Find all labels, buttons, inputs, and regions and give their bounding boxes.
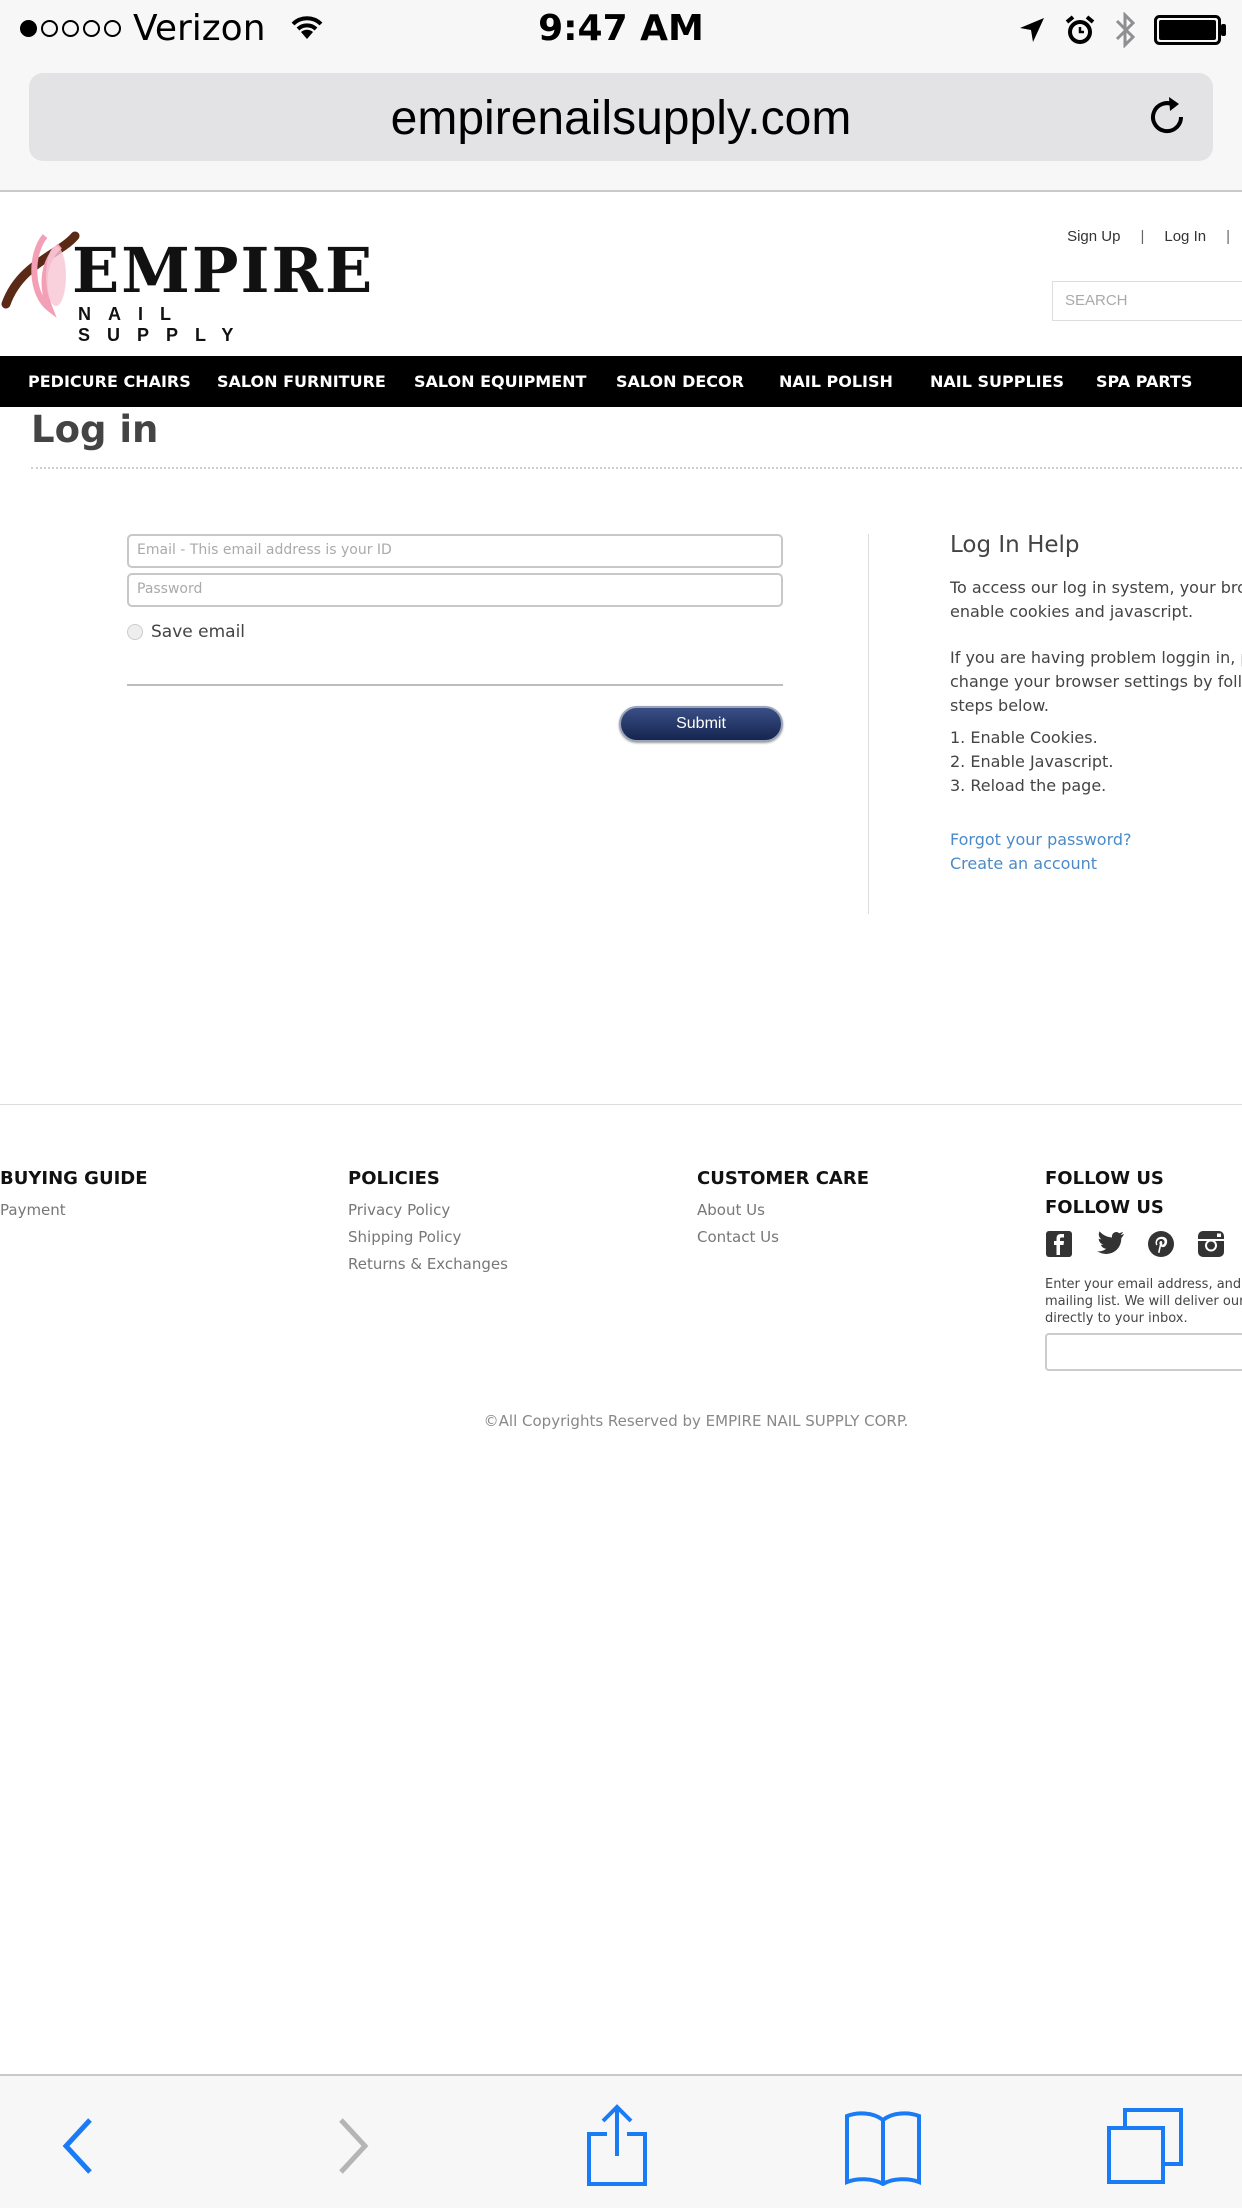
footer-link-payment[interactable]: Payment xyxy=(0,1197,148,1224)
pinterest-icon[interactable] xyxy=(1147,1230,1175,1262)
nav-pedicure-chairs[interactable]: PEDICURE CHAIRS xyxy=(28,356,191,407)
footer-heading: FOLLOW US xyxy=(1045,1197,1164,1218)
battery-icon xyxy=(1154,14,1228,50)
save-email-checkbox[interactable] xyxy=(127,624,143,640)
bookmarks-button[interactable] xyxy=(838,2106,928,2190)
search-input[interactable]: SEARCH xyxy=(1052,281,1242,321)
email-field[interactable]: Email - This email address is your ID xyxy=(127,534,783,568)
log-in-link[interactable]: Log In xyxy=(1164,228,1206,245)
nav-salon-furniture[interactable]: SALON FURNITURE xyxy=(217,356,386,407)
column-divider xyxy=(868,534,869,914)
help-text: enable cookies and javascript. xyxy=(950,602,1194,621)
share-icon xyxy=(585,2104,649,2192)
submit-button[interactable]: Submit xyxy=(619,706,783,742)
help-paragraph-2: If you are having problem loggin in, ple… xyxy=(950,646,1242,718)
logo[interactable]: EMPIRE NAIL SUPPLY xyxy=(0,224,372,345)
login-help: Log In Help To access our log in system,… xyxy=(950,532,1242,876)
nav-salon-equipment[interactable]: SALON EQUIPMENT xyxy=(414,356,586,407)
nav-nail-polish[interactable]: NAIL POLISH xyxy=(779,356,893,407)
footer-heading: POLICIES xyxy=(348,1168,440,1189)
footer-customer-care: CUSTOMER CARE About Us Contact Us xyxy=(697,1168,869,1251)
help-text: If you are having problem loggin in, ple xyxy=(950,648,1242,667)
browser-address-bar: empirenailsupply.com xyxy=(0,62,1242,192)
url-text: empirenailsupply.com xyxy=(390,92,852,145)
main-nav: PEDICURE CHAIRS SALON FURNITURE SALON EQ… xyxy=(0,356,1242,407)
help-text: change your browser settings by follow xyxy=(950,672,1242,691)
password-placeholder: Password xyxy=(137,581,203,597)
help-steps: 1. Enable Cookies. 2. Enable Javascript.… xyxy=(950,726,1242,798)
back-button[interactable] xyxy=(33,2106,123,2190)
logo-mark-icon xyxy=(0,224,80,328)
book-icon xyxy=(843,2106,923,2190)
help-text: To access our log in system, your brow xyxy=(950,578,1242,597)
reload-icon[interactable] xyxy=(1143,93,1191,141)
separator: | xyxy=(1140,228,1145,245)
forgot-password-link[interactable]: Forgot your password? xyxy=(950,828,1242,852)
email-placeholder: Email - This email address is your ID xyxy=(137,542,392,558)
newsletter-text: directly to your inbox. xyxy=(1045,1311,1188,1326)
sign-up-link[interactable]: Sign Up xyxy=(1067,228,1120,245)
twitter-icon[interactable] xyxy=(1095,1231,1125,1261)
social-icons xyxy=(1045,1230,1242,1262)
footer-buying-guide: BUYING GUIDE Payment xyxy=(0,1168,148,1224)
footer-link-privacy-policy[interactable]: Privacy Policy xyxy=(348,1197,508,1224)
footer-link-contact-us[interactable]: Contact Us xyxy=(697,1224,869,1251)
footer-heading: BUYING GUIDE xyxy=(0,1168,148,1189)
bluetooth-icon xyxy=(1114,11,1136,52)
help-step: 2. Enable Javascript. xyxy=(950,752,1114,771)
share-button[interactable] xyxy=(572,2104,662,2192)
help-links: Forgot your password? Create an account xyxy=(950,828,1242,876)
help-title: Log In Help xyxy=(950,532,1080,558)
help-step: 1. Enable Cookies. xyxy=(950,728,1098,747)
create-account-link[interactable]: Create an account xyxy=(950,852,1242,876)
help-text: steps below. xyxy=(950,696,1049,715)
url-field[interactable]: empirenailsupply.com xyxy=(29,73,1213,161)
password-field[interactable]: Password xyxy=(127,573,783,607)
nav-salon-decor[interactable]: SALON DECOR xyxy=(616,356,744,407)
newsletter-note: Enter your email address, and mailing li… xyxy=(1045,1276,1242,1327)
newsletter-text: mailing list. We will deliver our xyxy=(1045,1294,1242,1309)
site-header: EMPIRE NAIL SUPPLY Sign Up | Log In | SE… xyxy=(0,194,1242,356)
chevron-left-icon xyxy=(58,2114,98,2182)
chevron-right-icon xyxy=(333,2114,373,2182)
newsletter-text: Enter your email address, and xyxy=(1045,1277,1242,1292)
newsletter-email-input[interactable] xyxy=(1045,1333,1242,1371)
nav-spa-parts[interactable]: SPA PARTS xyxy=(1096,356,1192,407)
search-placeholder: SEARCH xyxy=(1065,292,1128,309)
login-form: Email - This email address is your ID Pa… xyxy=(127,534,783,742)
footer-heading: CUSTOMER CARE xyxy=(697,1168,870,1189)
save-email-row: Save email xyxy=(127,622,245,642)
account-links: Sign Up | Log In | xyxy=(1067,228,1230,245)
tabs-button[interactable] xyxy=(1100,2106,1190,2190)
footer-follow-us: FOLLOW US FOLLOW US Enter your email add… xyxy=(1045,1168,1242,1371)
tabs-icon xyxy=(1105,2106,1185,2190)
separator: | xyxy=(1226,228,1230,245)
footer-link-shipping-policy[interactable]: Shipping Policy xyxy=(348,1224,508,1251)
form-divider xyxy=(127,684,783,686)
footer-divider xyxy=(0,1104,1242,1105)
help-step: 3. Reload the page. xyxy=(950,776,1107,795)
page-title: Log in xyxy=(31,408,159,451)
logo-subtitle: NAIL SUPPLY xyxy=(78,304,251,345)
title-divider xyxy=(31,467,1242,469)
nav-nail-supplies[interactable]: NAIL SUPPLIES xyxy=(930,356,1064,407)
browser-toolbar xyxy=(0,2074,1242,2208)
facebook-icon[interactable] xyxy=(1045,1230,1073,1262)
copyright: ©All Copyrights Reserved by EMPIRE NAIL … xyxy=(483,1412,909,1430)
forward-button[interactable] xyxy=(308,2106,398,2190)
logo-wordmark: EMPIRE xyxy=(72,234,375,307)
footer-heading: FOLLOW US xyxy=(1045,1168,1164,1189)
footer-link-returns[interactable]: Returns & Exchanges xyxy=(348,1251,508,1278)
footer-link-about-us[interactable]: About Us xyxy=(697,1197,869,1224)
location-arrow-icon xyxy=(1018,16,1046,48)
help-paragraph-1: To access our log in system, your brow e… xyxy=(950,576,1242,624)
save-email-label[interactable]: Save email xyxy=(151,622,245,642)
instagram-icon[interactable] xyxy=(1197,1230,1225,1262)
status-right xyxy=(1018,11,1228,52)
alarm-clock-icon xyxy=(1064,14,1096,50)
status-bar: Verizon 9:47 AM xyxy=(0,0,1242,62)
footer-policies: POLICIES Privacy Policy Shipping Policy … xyxy=(348,1168,508,1278)
